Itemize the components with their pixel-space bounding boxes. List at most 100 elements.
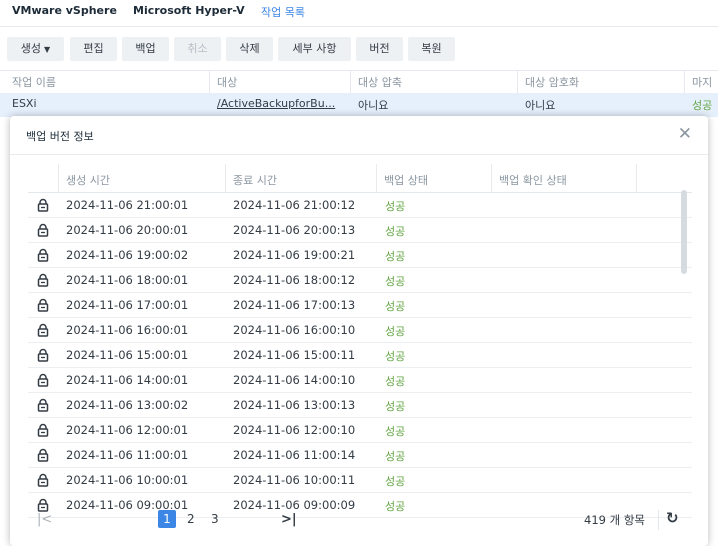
lock-icon bbox=[36, 323, 50, 337]
header-backup-status[interactable]: 백업 상태 bbox=[384, 172, 428, 188]
lock-icon bbox=[36, 348, 50, 362]
tab-microsoft-hyper-v[interactable]: Microsoft Hyper-V bbox=[133, 4, 245, 17]
version-row[interactable]: 2024-11-06 21:00:01 2024-11-06 21:00:12 성공 bbox=[28, 193, 692, 218]
last-page-icon[interactable]: >| bbox=[281, 512, 297, 527]
end-time: 2024-11-06 20:00:13 bbox=[233, 223, 356, 237]
backup-status: 성공 bbox=[385, 300, 406, 313]
version-table-header: 생성 시간 종료 시간 백업 상태 백업 확인 상태 bbox=[28, 164, 692, 193]
backup-status: 성공 bbox=[385, 250, 406, 263]
lock-icon bbox=[36, 448, 50, 462]
tab-vmware-vsphere[interactable]: VMware vSphere bbox=[12, 4, 117, 17]
first-page-icon[interactable]: |< bbox=[37, 512, 52, 527]
backup-version-dialog: 백업 버전 정보 ✕ 생성 시간 종료 시간 백업 상태 백업 확인 상태 20… bbox=[10, 116, 708, 546]
version-row[interactable]: 2024-11-06 20:00:01 2024-11-06 20:00:13 성공 bbox=[28, 218, 692, 243]
edit-button[interactable]: 편집 bbox=[70, 37, 117, 61]
task-encryption: 아니요 bbox=[525, 99, 556, 112]
created-time: 2024-11-06 17:00:01 bbox=[66, 298, 189, 312]
close-icon[interactable]: ✕ bbox=[678, 122, 692, 146]
backup-status: 성공 bbox=[385, 350, 406, 363]
created-time: 2024-11-06 15:00:01 bbox=[66, 348, 189, 362]
version-row[interactable]: 2024-11-06 12:00:01 2024-11-06 12:00:10 성공 bbox=[28, 418, 692, 443]
lock-icon bbox=[36, 223, 50, 237]
created-time: 2024-11-06 10:00:01 bbox=[66, 473, 189, 487]
created-time: 2024-11-06 21:00:01 bbox=[66, 198, 189, 212]
header-task-name[interactable]: 작업 이름 bbox=[12, 74, 56, 90]
details-button[interactable]: 세부 사항 bbox=[278, 37, 351, 61]
version-row[interactable]: 2024-11-06 13:00:02 2024-11-06 13:00:13 성공 bbox=[28, 393, 692, 418]
version-table: 생성 시간 종료 시간 백업 상태 백업 확인 상태 2024-11-06 21… bbox=[28, 164, 692, 518]
lock-icon bbox=[36, 248, 50, 262]
page-2-button[interactable]: 2 bbox=[187, 512, 195, 526]
version-row[interactable]: 2024-11-06 18:00:01 2024-11-06 18:00:12 성공 bbox=[28, 268, 692, 293]
end-time: 2024-11-06 16:00:10 bbox=[233, 323, 356, 337]
tab-bar: VMware vSphere Microsoft Hyper-V 작업 목록 bbox=[0, 0, 718, 26]
column-divider bbox=[209, 71, 210, 93]
backup-status: 성공 bbox=[385, 450, 406, 463]
restore-button[interactable]: 복원 bbox=[408, 37, 455, 61]
lock-icon bbox=[36, 298, 50, 312]
task-compression: 아니요 bbox=[358, 99, 389, 112]
task-target-link[interactable]: /ActiveBackupforBu... bbox=[217, 97, 335, 110]
column-divider bbox=[684, 71, 685, 93]
task-table-header: 작업 이름 대상 대상 압축 대상 암호화 마지 bbox=[0, 70, 718, 94]
cancel-button[interactable]: 취소 bbox=[174, 37, 221, 61]
header-verify-status[interactable]: 백업 확인 상태 bbox=[499, 172, 567, 188]
end-time: 2024-11-06 11:00:14 bbox=[233, 448, 356, 462]
column-divider bbox=[491, 164, 492, 192]
page-3-button[interactable]: 3 bbox=[211, 512, 219, 526]
task-last-status: 성공 bbox=[692, 99, 713, 112]
created-time: 2024-11-06 20:00:01 bbox=[66, 223, 189, 237]
lock-icon bbox=[36, 273, 50, 287]
end-time: 2024-11-06 12:00:10 bbox=[233, 423, 356, 437]
version-row[interactable]: 2024-11-06 19:00:02 2024-11-06 19:00:21 성공 bbox=[28, 243, 692, 268]
created-time: 2024-11-06 14:00:01 bbox=[66, 373, 189, 387]
tab-task-list[interactable]: 작업 목록 bbox=[261, 4, 305, 20]
page-1-button[interactable]: 1 bbox=[158, 510, 176, 528]
version-row[interactable]: 2024-11-06 14:00:01 2024-11-06 14:00:10 성공 bbox=[28, 368, 692, 393]
version-row[interactable]: 2024-11-06 15:00:01 2024-11-06 15:00:11 성공 bbox=[28, 343, 692, 368]
dialog-title: 백업 버전 정보 bbox=[26, 130, 94, 143]
version-button[interactable]: 버전 bbox=[356, 37, 403, 61]
pagination-bar: |< 1 2 3 >| 419 개 항목 ↻ bbox=[10, 506, 708, 536]
end-time: 2024-11-06 19:00:21 bbox=[233, 248, 356, 262]
create-label: 생성 bbox=[20, 42, 42, 55]
backup-status: 성공 bbox=[385, 200, 406, 213]
created-time: 2024-11-06 12:00:01 bbox=[66, 423, 189, 437]
backup-status: 성공 bbox=[385, 225, 406, 238]
version-row[interactable]: 2024-11-06 11:00:01 2024-11-06 11:00:14 성공 bbox=[28, 443, 692, 468]
column-divider bbox=[376, 164, 377, 192]
version-row[interactable]: 2024-11-06 17:00:01 2024-11-06 17:00:13 성공 bbox=[28, 293, 692, 318]
item-count: 419 개 항목 bbox=[584, 513, 646, 527]
created-time: 2024-11-06 16:00:01 bbox=[66, 323, 189, 337]
caret-down-icon: ▼ bbox=[44, 45, 51, 54]
lock-icon bbox=[36, 423, 50, 437]
header-target-encryption[interactable]: 대상 암호화 bbox=[525, 74, 579, 90]
end-time: 2024-11-06 21:00:12 bbox=[233, 198, 356, 212]
version-row[interactable]: 2024-11-06 16:00:01 2024-11-06 16:00:10 성공 bbox=[28, 318, 692, 343]
pager-divider bbox=[658, 510, 659, 530]
backup-status: 성공 bbox=[385, 325, 406, 338]
task-name: ESXi bbox=[12, 97, 37, 110]
backup-status: 성공 bbox=[385, 375, 406, 388]
header-last[interactable]: 마지 bbox=[692, 74, 712, 90]
end-time: 2024-11-06 14:00:10 bbox=[233, 373, 356, 387]
header-created-time[interactable]: 생성 시간 bbox=[66, 172, 110, 188]
vertical-scrollbar[interactable] bbox=[681, 190, 687, 274]
tab-divider bbox=[0, 26, 718, 27]
backup-status: 성공 bbox=[385, 275, 406, 288]
create-button[interactable]: 생성 ▼ bbox=[7, 37, 64, 61]
header-target-compression[interactable]: 대상 압축 bbox=[358, 74, 402, 90]
header-target[interactable]: 대상 bbox=[217, 74, 237, 90]
column-divider bbox=[636, 164, 637, 192]
backup-button[interactable]: 백업 bbox=[122, 37, 169, 61]
header-end-time[interactable]: 종료 시간 bbox=[233, 172, 277, 188]
created-time: 2024-11-06 13:00:02 bbox=[66, 398, 189, 412]
version-row[interactable]: 2024-11-06 10:00:01 2024-11-06 10:00:11 성공 bbox=[28, 468, 692, 493]
task-row-esxi[interactable]: ESXi /ActiveBackupforBu... 아니요 아니요 성공 bbox=[0, 93, 718, 117]
backup-status: 성공 bbox=[385, 400, 406, 413]
column-divider bbox=[225, 164, 226, 192]
refresh-icon[interactable]: ↻ bbox=[666, 509, 679, 527]
created-time: 2024-11-06 11:00:01 bbox=[66, 448, 189, 462]
delete-button[interactable]: 삭제 bbox=[226, 37, 273, 61]
backup-status: 성공 bbox=[385, 425, 406, 438]
